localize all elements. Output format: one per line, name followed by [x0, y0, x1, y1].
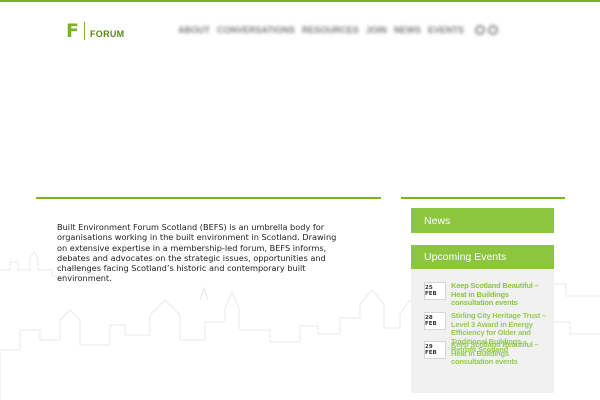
- event-date: 25 FEB: [424, 282, 446, 300]
- nav-item-about[interactable]: ABOUT: [178, 25, 210, 35]
- search-icon[interactable]: [474, 25, 485, 35]
- nav-item-join[interactable]: JOIN: [366, 25, 387, 35]
- news-panel[interactable]: News: [411, 208, 554, 233]
- upcoming-events-label: Upcoming Events: [424, 251, 507, 263]
- nav-item-conversations[interactable]: CONVERSATIONS: [217, 25, 295, 35]
- logo-letter: F: [66, 20, 79, 42]
- nav-item-events[interactable]: EVENTS: [428, 25, 464, 35]
- news-label: News: [424, 214, 451, 227]
- logo-word: FORUM: [89, 29, 125, 39]
- event-title-link[interactable]: Keep Scotland Beautiful – Heat in Buildi…: [451, 281, 547, 308]
- site-logo[interactable]: F FORUM: [66, 20, 124, 42]
- content-divider: [36, 197, 381, 199]
- event-date-label: 28 FEB: [425, 315, 437, 327]
- nav-item-resources[interactable]: RESOURCES: [302, 25, 359, 35]
- event-title-link[interactable]: Keep Scotland Beautiful – Heat in Buildi…: [451, 340, 547, 367]
- event-date: 28 FEB: [424, 312, 446, 330]
- upcoming-events-panel: Upcoming Events 25 FEB Keep Scotland Bea…: [411, 245, 554, 393]
- nav-icon-group: [474, 25, 498, 35]
- nav-item-news[interactable]: NEWS: [394, 25, 421, 35]
- sidebar-divider: [401, 197, 565, 199]
- upcoming-events-header: Upcoming Events: [411, 245, 554, 269]
- sidebar: News Upcoming Events 25 FEB Keep Scotlan…: [411, 208, 554, 393]
- event-date-label: 29 FEB: [425, 344, 437, 356]
- intro-text: Built Environment Forum Scotland (BEFS) …: [57, 222, 337, 284]
- top-accent-bar: [0, 0, 600, 2]
- main-nav: ABOUT CONVERSATIONS RESOURCES JOIN NEWS …: [178, 21, 498, 39]
- event-date: 29 FEB: [424, 341, 446, 359]
- logo-divider: [83, 22, 85, 40]
- social-icon[interactable]: [487, 25, 498, 35]
- event-date-label: 25 FEB: [425, 285, 437, 297]
